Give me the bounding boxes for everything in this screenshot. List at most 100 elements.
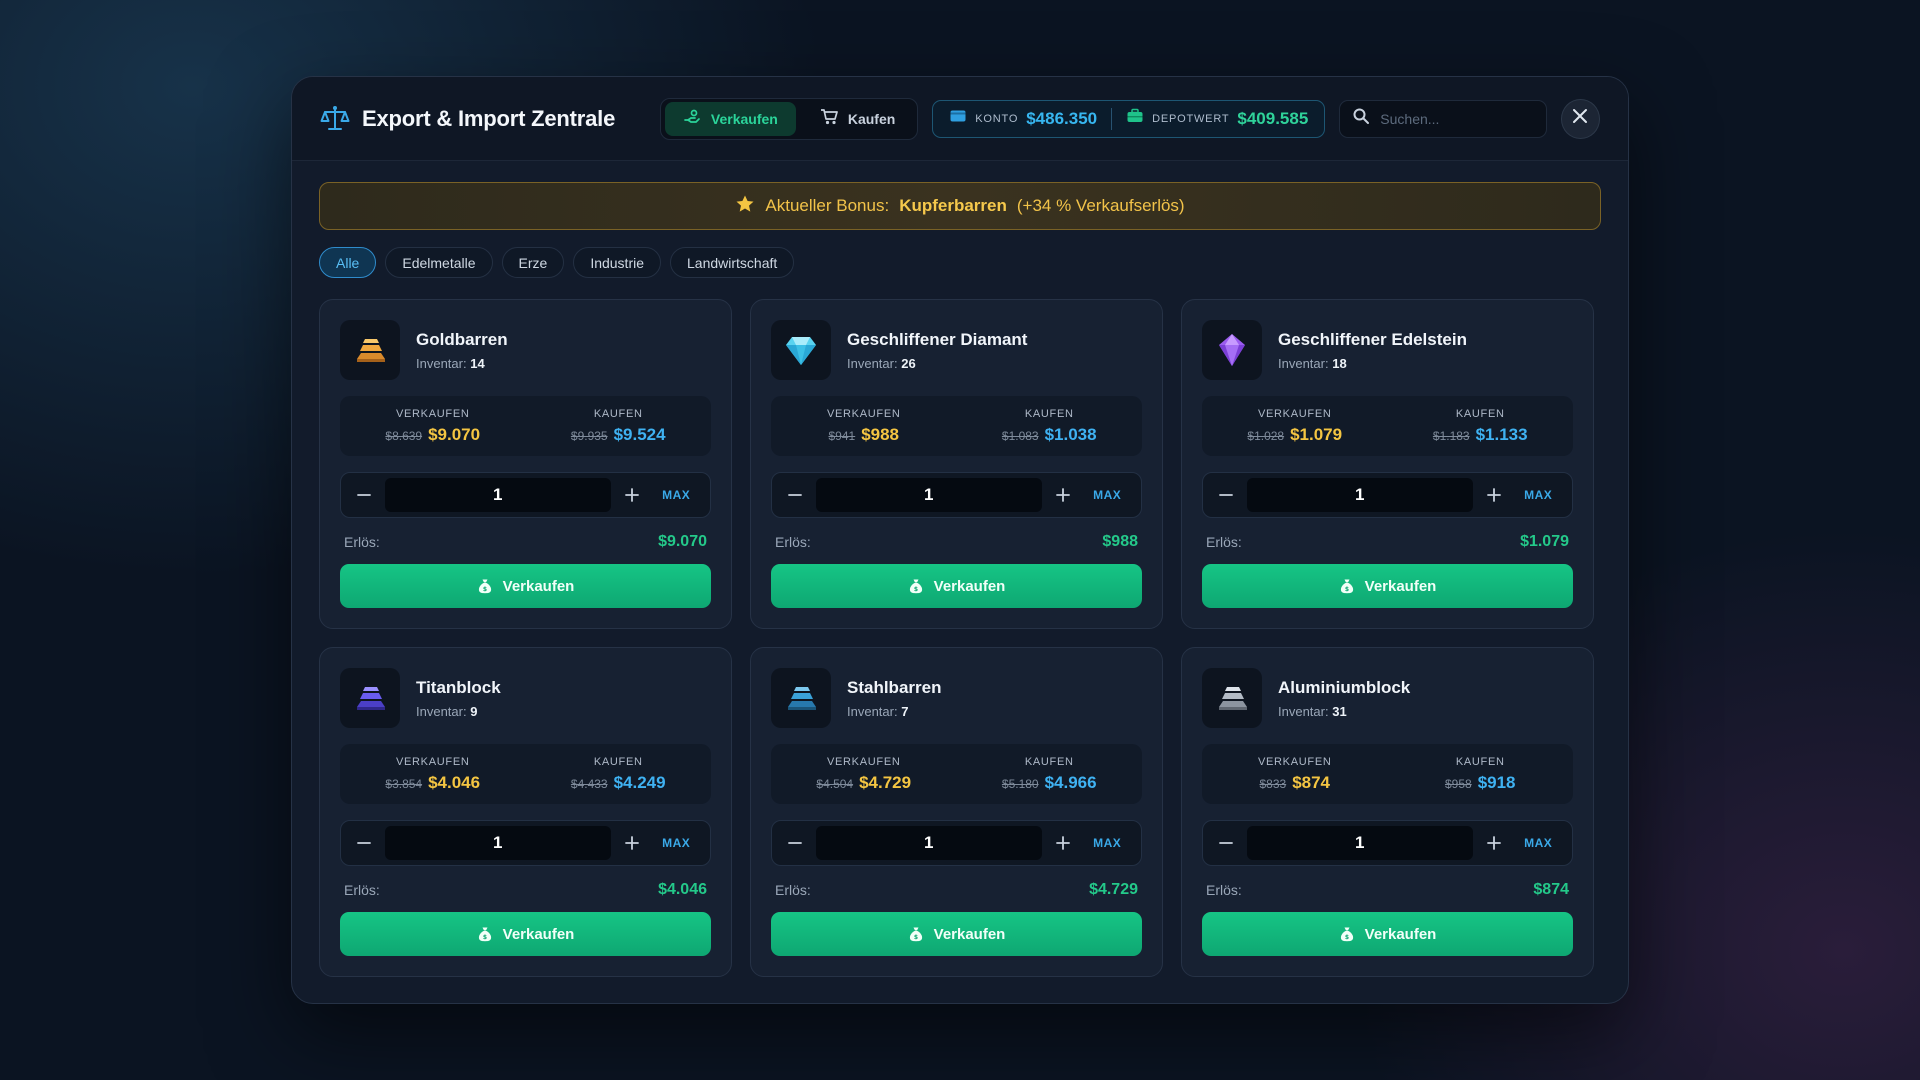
max-button[interactable]: MAX (648, 488, 704, 502)
decrement-button[interactable] (347, 826, 381, 860)
proceeds-row: Erlös: $1.079 (1202, 532, 1573, 552)
mode-buy-button[interactable]: Kaufen (802, 102, 913, 136)
item-name: Goldbarren (416, 329, 508, 349)
search-box (1339, 99, 1547, 138)
proceeds-label: Erlös: (1206, 534, 1242, 550)
increment-button[interactable] (1477, 826, 1511, 860)
sell-new-price: $874 (1292, 772, 1331, 792)
sell-new-price: $988 (861, 424, 900, 444)
decrement-button[interactable] (347, 478, 381, 512)
decrement-button[interactable] (778, 826, 812, 860)
sell-price-label: VERKAUFEN (826, 407, 901, 420)
sell-new-price: $4.046 (428, 772, 481, 792)
search-input[interactable] (1380, 110, 1531, 127)
svg-text:$: $ (914, 586, 918, 593)
sell-button[interactable]: $ Verkaufen (1202, 564, 1573, 608)
close-icon (1572, 108, 1588, 129)
item-card: Geschliffener Diamant Inventar: 26 VERKA… (750, 299, 1163, 629)
quantity-stepper: MAX (1202, 472, 1573, 518)
item-inventory: Inventar: 26 (847, 356, 1027, 371)
plus-icon (1486, 488, 1501, 502)
proceeds-row: Erlös: $9.070 (340, 532, 711, 552)
sell-price: VERKAUFEN $3.854 $4.046 (340, 744, 526, 804)
quantity-input[interactable] (815, 826, 1042, 860)
filter-industrie[interactable]: Industrie (573, 247, 662, 278)
item-name: Aluminiumblock (1278, 677, 1411, 697)
mode-sell-button[interactable]: Verkaufen (664, 101, 796, 136)
item-grid: Goldbarren Inventar: 14 VERKAUFEN $8.639… (319, 299, 1601, 977)
decrement-button[interactable] (1209, 478, 1243, 512)
buy-new-price: $4.249 (613, 772, 666, 792)
item-name: Titanblock (416, 677, 501, 697)
max-button[interactable]: MAX (648, 836, 704, 850)
inventory-count: 7 (901, 703, 909, 719)
sell-old-price: $8.639 (385, 428, 423, 443)
sell-button[interactable]: $ Verkaufen (340, 564, 711, 608)
item-inventory: Inventar: 7 (847, 704, 941, 719)
item-card: Geschliffener Edelstein Inventar: 18 VER… (1181, 299, 1594, 629)
sell-price-label: VERKAUFEN (826, 755, 901, 768)
quantity-stepper: MAX (1202, 820, 1573, 866)
buy-price: KAUFEN $1.083 $1.038 (957, 396, 1143, 456)
item-card-head: Goldbarren Inventar: 14 (340, 320, 711, 380)
svg-text:$: $ (483, 934, 487, 941)
sell-price-label: VERKAUFEN (395, 407, 470, 420)
sell-button[interactable]: $ Verkaufen (340, 912, 711, 956)
sell-price-label: VERKAUFEN (1257, 755, 1332, 768)
quantity-input[interactable] (1246, 826, 1473, 860)
increment-button[interactable] (615, 826, 649, 860)
sell-old-price: $3.854 (385, 776, 423, 791)
price-panel: VERKAUFEN $941 $988 KAUFEN $1.083 $1.038 (771, 396, 1142, 456)
proceeds-row: Erlös: $874 (1202, 880, 1573, 900)
filter-edelmetalle[interactable]: Edelmetalle (385, 247, 493, 278)
decrement-button[interactable] (778, 478, 812, 512)
buy-price-label: KAUFEN (1024, 407, 1074, 420)
diamond-icon (771, 320, 831, 380)
decrement-button[interactable] (1209, 826, 1243, 860)
buy-price-label: KAUFEN (593, 755, 643, 768)
buy-new-price: $918 (1477, 772, 1516, 792)
filter-erze[interactable]: Erze (501, 247, 565, 278)
inventory-count: 26 (901, 355, 916, 371)
page-title: Export & Import Zentrale (362, 105, 616, 131)
quantity-input[interactable] (384, 826, 611, 860)
proceeds-value: $1.079 (1520, 533, 1569, 550)
sell-button[interactable]: $ Verkaufen (1202, 912, 1573, 956)
proceeds-row: Erlös: $988 (771, 532, 1142, 552)
buy-price-label: KAUFEN (1024, 755, 1074, 768)
max-button[interactable]: MAX (1079, 836, 1135, 850)
wallet-icon (949, 107, 967, 130)
inventory-label: Inventar: (847, 703, 898, 719)
bonus-item: Kupferbarren (899, 196, 1007, 215)
money-bag-icon: $ (909, 927, 922, 942)
balance-divider (1111, 107, 1113, 130)
inventory-label: Inventar: (416, 703, 467, 719)
increment-button[interactable] (1046, 826, 1080, 860)
increment-button[interactable] (615, 478, 649, 512)
svg-text:$: $ (1345, 934, 1349, 941)
steel-bar-icon (771, 668, 831, 728)
close-button[interactable] (1560, 98, 1600, 139)
filter-alle[interactable]: Alle (319, 247, 377, 278)
quantity-input[interactable] (815, 478, 1042, 512)
item-name: Stahlbarren (847, 677, 942, 697)
increment-button[interactable] (1477, 478, 1511, 512)
increment-button[interactable] (1046, 478, 1080, 512)
sell-button[interactable]: $ Verkaufen (771, 912, 1142, 956)
quantity-input[interactable] (1246, 478, 1473, 512)
bonus-suffix: (+34 % Verkaufserlös) (1016, 196, 1185, 215)
inventory-count: 14 (470, 355, 485, 371)
max-button[interactable]: MAX (1079, 488, 1135, 502)
inventory-label: Inventar: (847, 355, 898, 371)
max-button[interactable]: MAX (1510, 836, 1566, 850)
max-button[interactable]: MAX (1510, 488, 1566, 502)
plus-icon (624, 488, 639, 502)
account-value: $486.350 (1026, 108, 1098, 128)
filter-landwirtschaft[interactable]: Landwirtschaft (670, 247, 795, 278)
buy-price: KAUFEN $4.433 $4.249 (526, 744, 712, 804)
sell-button[interactable]: $ Verkaufen (771, 564, 1142, 608)
quantity-input[interactable] (384, 478, 611, 512)
sell-button-label: Verkaufen (502, 925, 575, 943)
proceeds-value: $874 (1533, 881, 1569, 898)
depot-balance: DEPOTWERT $409.585 (1126, 107, 1308, 130)
